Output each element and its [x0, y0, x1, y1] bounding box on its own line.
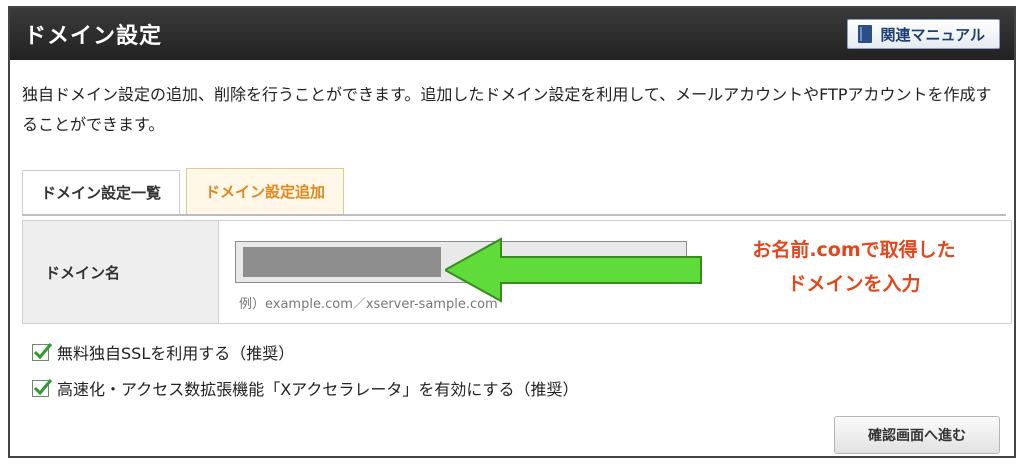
- checkmark-icon: [31, 341, 53, 363]
- arrow-left-icon: [445, 235, 705, 305]
- related-manual-label: 関連マニュアル: [880, 24, 985, 45]
- redacted-domain-value: [243, 247, 441, 277]
- ssl-option-label: 無料独自SSLを利用する（推奨）: [57, 340, 294, 364]
- ssl-option[interactable]: 無料独自SSLを利用する（推奨）: [32, 334, 579, 370]
- annotation-line-2: ドメインを入力: [719, 267, 989, 301]
- page-description: 独自ドメイン設定の追加、削除を行うことができます。追加したドメイン設定を利用して…: [22, 80, 1006, 140]
- book-icon: [858, 25, 872, 43]
- ssl-checkbox[interactable]: [32, 344, 49, 361]
- tab-bar: ドメイン設定一覧 ドメイン設定追加: [22, 168, 344, 214]
- panel-title: ドメイン設定: [24, 18, 162, 50]
- accelerator-checkbox[interactable]: [32, 380, 49, 397]
- panel-header: ドメイン設定 関連マニュアル: [10, 8, 1014, 60]
- annotation-line-1: お名前.comで取得した: [719, 233, 989, 267]
- accelerator-option-label: 高速化・アクセス数拡張機能「Xアクセラレータ」を有効にする（推奨）: [57, 376, 579, 400]
- tab-domain-add[interactable]: ドメイン設定追加: [186, 168, 344, 214]
- accelerator-option[interactable]: 高速化・アクセス数拡張機能「Xアクセラレータ」を有効にする（推奨）: [32, 370, 579, 406]
- domain-name-label: ドメイン名: [23, 221, 219, 323]
- domain-input-cell: 例）example.com／xserver-sample.com お名前.com…: [219, 221, 1011, 323]
- domain-settings-panel: ドメイン設定 関連マニュアル 独自ドメイン設定の追加、削除を行うことができます。…: [8, 6, 1016, 458]
- related-manual-button[interactable]: 関連マニュアル: [847, 19, 1000, 49]
- tab-domain-list[interactable]: ドメイン設定一覧: [22, 170, 180, 214]
- tab-divider: [22, 214, 1006, 216]
- checkmark-icon: [31, 377, 53, 399]
- option-list: 無料独自SSLを利用する（推奨） 高速化・アクセス数拡張機能「Xアクセラレータ」…: [32, 334, 579, 406]
- confirm-button[interactable]: 確認画面へ進む: [834, 416, 1000, 454]
- annotation-callout: お名前.comで取得した ドメインを入力: [719, 233, 989, 301]
- domain-form-row: ドメイン名 例）example.com／xserver-sample.com お…: [22, 220, 1012, 324]
